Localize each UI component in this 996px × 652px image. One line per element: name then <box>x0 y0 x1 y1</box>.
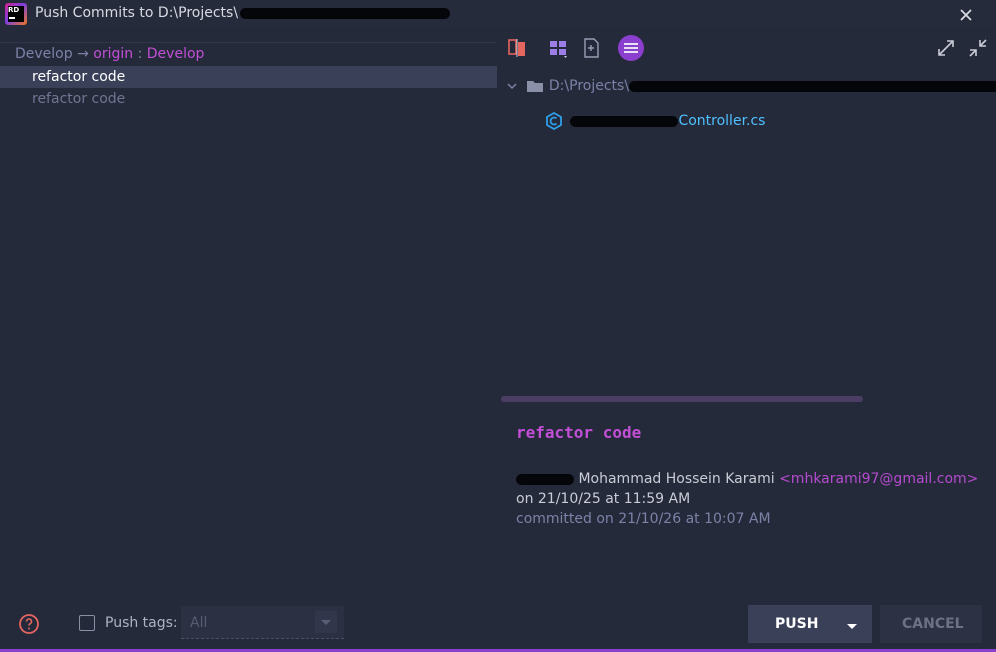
file-node[interactable]: Controller.cs <box>545 111 766 131</box>
help-icon[interactable] <box>18 613 40 635</box>
chevron-down-icon[interactable] <box>506 80 518 92</box>
remote-name[interactable]: origin <box>93 46 133 62</box>
diff-icon[interactable] <box>504 35 530 61</box>
commit-row[interactable]: refactor code <box>0 88 497 110</box>
cancel-button[interactable]: CANCEL <box>880 605 982 643</box>
window-title: Push Commits to D:\Projects\ <box>35 5 451 21</box>
close-icon[interactable] <box>955 4 977 26</box>
tags-dropdown-value: All <box>190 615 208 631</box>
push-options-icon[interactable] <box>846 618 858 630</box>
author-line: Mohammad Hossein Karami <mhkarami97@gmai… <box>516 471 978 487</box>
commit-message: refactor code <box>516 423 642 442</box>
push-tags-label: Push tags: <box>105 615 178 631</box>
folder-icon <box>527 81 544 92</box>
window-title-text: Push Commits to D:\Projects\ <box>35 5 239 21</box>
commit-row[interactable]: refactor code <box>0 66 497 88</box>
author-email[interactable]: <mhkarami97@gmail.com> <box>779 471 978 487</box>
commits-panel: Develop → origin : Develop refactor code… <box>0 36 497 596</box>
remote-branch[interactable]: Develop <box>147 46 205 62</box>
local-branch: Develop <box>15 46 73 62</box>
folder-node[interactable]: D:\Projects\ <box>506 78 996 94</box>
title-bar: RD Push Commits to D:\Projects\ <box>0 0 996 28</box>
author-redaction <box>516 473 574 485</box>
csharp-file-icon <box>546 111 562 131</box>
authored-date: on 21/10/25 at 11:59 AM <box>516 491 691 507</box>
push-button[interactable]: PUSH <box>748 605 872 643</box>
push-button-label: PUSH <box>775 616 819 632</box>
file-name: Controller.cs <box>678 113 766 129</box>
path-redaction <box>629 80 996 92</box>
expand-all-icon[interactable] <box>933 35 959 61</box>
group-by-icon[interactable] <box>545 35 571 61</box>
folder-path: D:\Projects\ <box>548 78 630 94</box>
committed-date: committed on 21/10/26 at 10:07 AM <box>516 511 771 527</box>
push-tags-checkbox[interactable] <box>79 615 95 631</box>
app-icon-text: RD <box>8 6 24 22</box>
collapse-all-icon[interactable] <box>965 35 991 61</box>
chevron-down-icon[interactable] <box>315 611 337 633</box>
details-icon[interactable] <box>618 35 644 61</box>
file-redaction <box>570 115 679 127</box>
rider-logo-icon: RD <box>5 3 27 25</box>
cancel-button-label: CANCEL <box>902 616 964 632</box>
tags-dropdown[interactable]: All <box>181 606 344 639</box>
changes-panel: D:\Projects\ Controller.cs refactor code… <box>500 30 996 590</box>
branch-arrow: → <box>77 46 89 62</box>
panel-splitter[interactable] <box>501 396 863 402</box>
branch-row[interactable]: Develop → origin : Develop <box>0 42 497 66</box>
title-redaction <box>240 7 451 19</box>
branch-separator: : <box>137 46 143 62</box>
author-name: Mohammad Hossein Karami <box>578 471 775 487</box>
show-diff-icon[interactable] <box>578 35 604 61</box>
